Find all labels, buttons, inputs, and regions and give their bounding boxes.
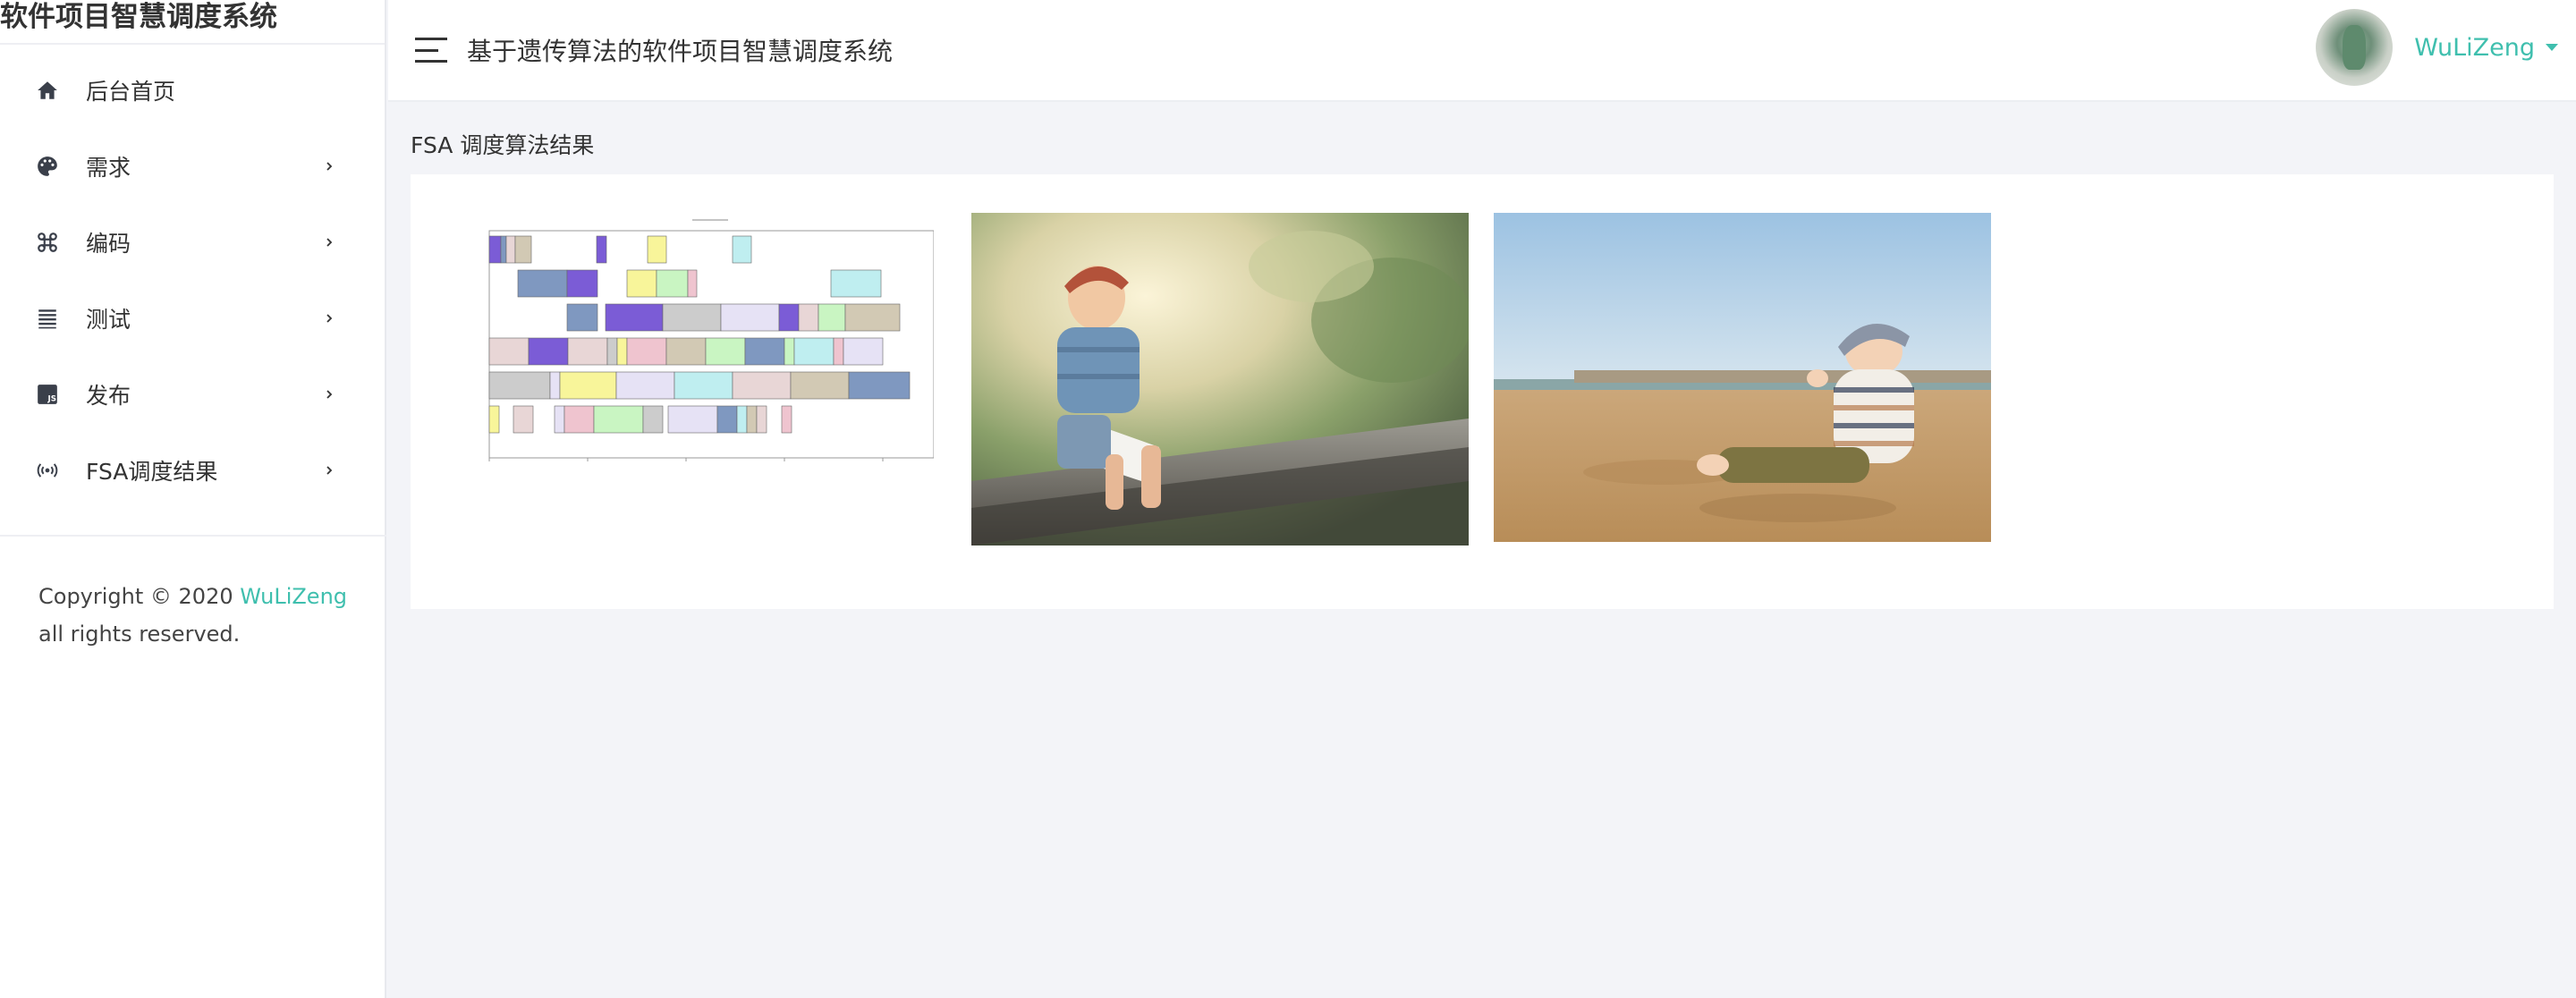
- command-icon: [36, 231, 59, 254]
- sidebar-item-fsa-results[interactable]: FSA调度结果: [0, 432, 385, 508]
- chevron-right-icon: [322, 463, 336, 478]
- menu-toggle-icon[interactable]: [415, 38, 447, 63]
- boy-on-bench-graphic: [971, 213, 1469, 546]
- chevron-right-icon: [322, 311, 336, 326]
- baby-on-beach-photo[interactable]: [1494, 213, 1991, 542]
- copyright-prefix: Copyright © 2020: [38, 584, 241, 609]
- js-icon: JS: [36, 383, 59, 406]
- header-title: 基于遗传算法的软件项目智慧调度系统: [467, 37, 894, 66]
- gantt-chart-graphic: [473, 215, 934, 465]
- sidebar-item-release[interactable]: JS 发布: [0, 356, 385, 432]
- page-title: FSA 调度算法结果: [411, 132, 595, 158]
- sidebar-item-label: 发布: [86, 382, 131, 409]
- author-link[interactable]: WuLiZeng: [240, 584, 347, 609]
- user-menu[interactable]: WuLiZeng: [2316, 9, 2558, 86]
- top-header: 基于遗传算法的软件项目智慧调度系统 WuLiZeng: [388, 0, 2576, 102]
- sidebar-item-testing[interactable]: 测试: [0, 280, 385, 356]
- results-card: [411, 174, 2554, 609]
- palette-icon: [36, 155, 59, 178]
- user-name[interactable]: WuLiZeng: [2414, 34, 2535, 62]
- list-icon: [36, 307, 59, 330]
- sidebar-item-label: 编码: [86, 230, 131, 257]
- sidebar-item-label: 后台首页: [86, 78, 176, 105]
- chevron-right-icon: [322, 159, 336, 173]
- sidebar-item-home[interactable]: 后台首页: [0, 52, 385, 128]
- home-icon: [36, 79, 59, 102]
- sidebar-item-requirements[interactable]: 需求: [0, 128, 385, 204]
- copyright-suffix: all rights reserved.: [38, 622, 241, 647]
- brand-title: 软件项目智慧调度系统: [0, 0, 385, 45]
- boy-on-bench-photo[interactable]: [971, 213, 1469, 546]
- sidebar-item-label: 需求: [86, 154, 131, 181]
- sidebar-item-label: 测试: [86, 306, 131, 333]
- svg-text:JS: JS: [47, 394, 56, 403]
- avatar[interactable]: [2316, 9, 2394, 86]
- sidebar-menu: 后台首页 需求 编码 测试 JS 发布 FSA调度结果: [0, 45, 385, 508]
- caret-down-icon[interactable]: [2546, 44, 2558, 51]
- chevron-right-icon: [322, 235, 336, 249]
- broadcast-icon: [36, 459, 59, 482]
- copyright: Copyright © 2020 WuLiZeng all rights res…: [38, 578, 360, 653]
- sidebar-item-label: FSA调度结果: [86, 458, 218, 485]
- baby-on-beach-graphic: [1494, 213, 1991, 542]
- sidebar-item-coding[interactable]: 编码: [0, 204, 385, 280]
- chevron-right-icon: [322, 387, 336, 402]
- sidebar-divider: [0, 535, 386, 537]
- sidebar: 软件项目智慧调度系统 后台首页 需求 编码 测试 JS 发布 FSA调度结果 C…: [0, 0, 386, 998]
- gantt-chart-image[interactable]: [473, 215, 934, 465]
